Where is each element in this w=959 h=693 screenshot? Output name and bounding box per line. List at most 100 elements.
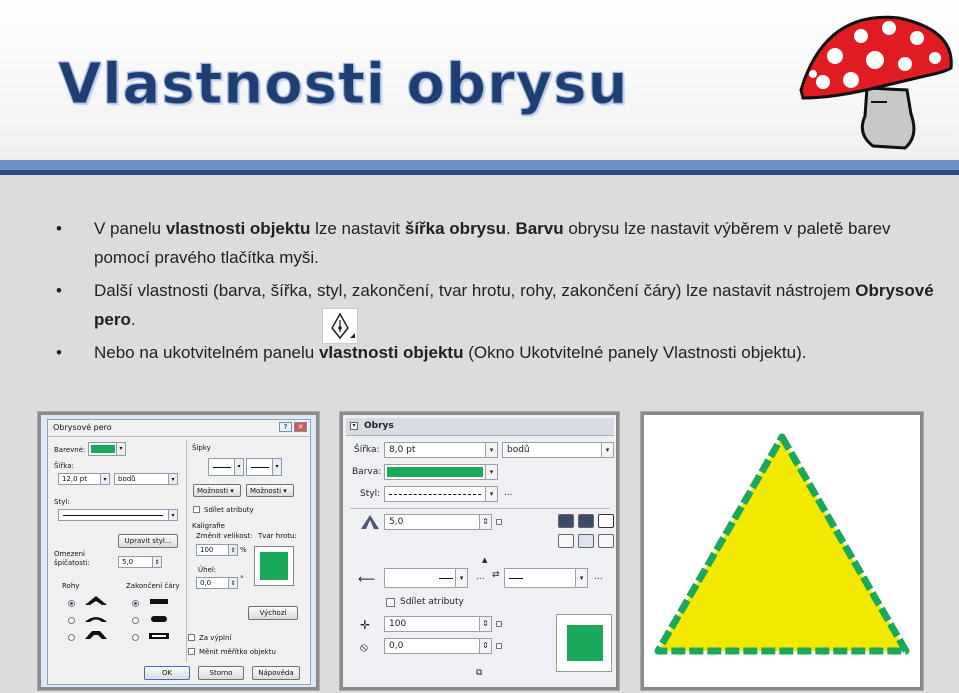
start-arrow-select[interactable]: ▾	[384, 568, 468, 588]
stretch-input[interactable]: 100 ⇕	[196, 544, 238, 556]
ok-button[interactable]: OK	[144, 666, 190, 680]
stretch-input[interactable]: 100 ⇕	[384, 616, 492, 632]
arrow-preview	[251, 467, 269, 468]
arrow-options-left-button[interactable]: Možnosti ▾	[193, 484, 241, 497]
header-accent-bar-dark	[0, 170, 959, 175]
spinner-icon: ⇕	[228, 578, 237, 588]
reset-nib-icon[interactable]: ⧉	[476, 668, 482, 678]
cap-butt-radio[interactable]	[132, 600, 139, 607]
expand-up-icon[interactable]: ▲	[482, 556, 487, 564]
width-select[interactable]: 8,0 pt ▾	[384, 442, 498, 458]
end-arrow-more-button[interactable]: ...	[594, 572, 603, 582]
share-attributes-label: Sdílet atributy	[204, 506, 254, 514]
spinner-icon: ⇕	[479, 639, 491, 653]
calligraphy-label: Kaligrafie	[192, 522, 225, 530]
scale-with-object-label: Měnit měřítko objektu	[199, 648, 276, 656]
arrow-preview	[509, 578, 523, 579]
text-run-bold: Barvu	[515, 219, 564, 238]
spinner-icon: ⇕	[479, 515, 491, 529]
style-select[interactable]: ▾	[384, 486, 498, 502]
swap-arrows-icon[interactable]: ⇄	[492, 570, 500, 580]
cap-round-radio[interactable]	[132, 617, 139, 624]
behind-fill-label: Za výplní	[199, 634, 232, 642]
text-run: .	[130, 310, 136, 329]
start-arrow-select[interactable]: ▾	[208, 458, 244, 476]
title-separator	[48, 436, 310, 437]
bullet-text: V panelu vlastnosti objektu lze nastavit…	[94, 214, 934, 272]
help-window-button[interactable]: ?	[279, 422, 292, 432]
color-swatch	[91, 445, 115, 453]
stretch-icon: ✛	[360, 618, 371, 632]
line-caps-label: Zakončení čáry	[126, 582, 180, 590]
corner-bevel-icon[interactable]	[598, 514, 614, 528]
corner-miter-radio[interactable]	[68, 600, 75, 607]
line-style-preview	[63, 515, 163, 516]
corner-bevel-radio[interactable]	[68, 634, 75, 641]
cap-square-icon[interactable]	[598, 534, 614, 548]
taper-input[interactable]: 5,0 ⇕	[118, 556, 162, 568]
corner-round-icon[interactable]	[578, 514, 594, 528]
nib-shape-label: Tvar hrotu:	[258, 532, 297, 540]
start-arrow-more-button[interactable]: ...	[476, 572, 485, 582]
outline-pen-dialog: Obrysové pero ? ✕ Barevné: ▾ Šířka: 12,0…	[47, 419, 311, 685]
angle-value: 0,0	[200, 579, 212, 587]
help-button[interactable]: Nápověda	[252, 666, 300, 680]
unit-value: bodů	[507, 445, 530, 455]
color-select[interactable]: ▾	[384, 464, 498, 480]
angle-input[interactable]: 0,0 ⇕	[384, 638, 492, 654]
end-arrow-select[interactable]: ▾	[246, 458, 282, 476]
cancel-button[interactable]: Storno	[198, 666, 244, 680]
taper-icon	[361, 515, 379, 529]
stretch-lock-checkbox[interactable]	[496, 621, 502, 627]
angle-icon: ⦸	[360, 640, 368, 654]
edit-style-button[interactable]: Upravit styl...	[118, 534, 178, 548]
bullet-marker: •	[56, 219, 62, 238]
stretch-value: 100	[200, 546, 214, 554]
chevron-down-icon: ▾	[485, 465, 497, 479]
taper-lock-checkbox[interactable]	[496, 519, 502, 525]
taper-input[interactable]: 5,0 ⇕	[384, 514, 492, 530]
color-picker[interactable]: ▾	[88, 442, 126, 456]
chevron-down-icon: ▾	[168, 474, 177, 484]
scale-with-object-checkbox[interactable]	[188, 648, 195, 655]
style-select[interactable]: ▾	[58, 509, 178, 521]
default-button[interactable]: Výchozí	[248, 606, 298, 620]
text-run-bold: šířka obrysu	[404, 219, 506, 238]
width-input[interactable]: 12,0 pt ▾	[58, 473, 110, 485]
share-attributes-checkbox[interactable]	[193, 506, 200, 513]
width-value: 12,0 pt	[62, 475, 87, 483]
stretch-value: 100	[389, 619, 407, 629]
corner-round-radio[interactable]	[68, 617, 75, 624]
arrow-preview	[439, 578, 453, 579]
angle-input[interactable]: 0,0 ⇕	[196, 577, 238, 589]
cap-butt-icon[interactable]	[558, 534, 574, 548]
end-arrow-select[interactable]: ▾	[504, 568, 588, 588]
angle-lock-checkbox[interactable]	[496, 643, 502, 649]
unit-select[interactable]: bodů ▾	[114, 473, 178, 485]
triangle-shape[interactable]	[654, 433, 910, 655]
chevron-down-icon: ▾	[455, 569, 467, 587]
chevron-down-icon: ▾	[116, 443, 125, 455]
text-run: Další vlastnosti (barva, šířka, styl, za…	[94, 281, 856, 300]
triangle-drawing	[654, 433, 910, 655]
arrows-label: Šipky	[192, 444, 211, 452]
nib-preview[interactable]	[254, 546, 294, 586]
arrow-options-right-button[interactable]: Možnosti ▾	[246, 484, 294, 497]
cap-square-radio[interactable]	[132, 634, 139, 641]
close-window-button[interactable]: ✕	[294, 422, 307, 432]
unit-select[interactable]: bodů ▾	[502, 442, 614, 458]
share-attributes-checkbox[interactable]	[386, 598, 395, 607]
collapse-icon[interactable]: ▾	[350, 422, 358, 430]
style-label: Styl:	[54, 498, 70, 506]
header-accent-bar	[0, 160, 959, 170]
style-more-button[interactable]: ...	[504, 488, 513, 498]
color-swatch	[387, 467, 483, 477]
chevron-down-icon: ▾	[168, 510, 177, 520]
spinner-icon: ⇕	[479, 617, 491, 631]
corner-miter-icon[interactable]	[558, 514, 574, 528]
behind-fill-checkbox[interactable]	[188, 634, 195, 641]
corners-label: Rohy	[62, 582, 80, 590]
cap-round-icon[interactable]	[578, 534, 594, 548]
nib-preview[interactable]	[556, 614, 612, 672]
arrow-preview	[213, 467, 231, 468]
